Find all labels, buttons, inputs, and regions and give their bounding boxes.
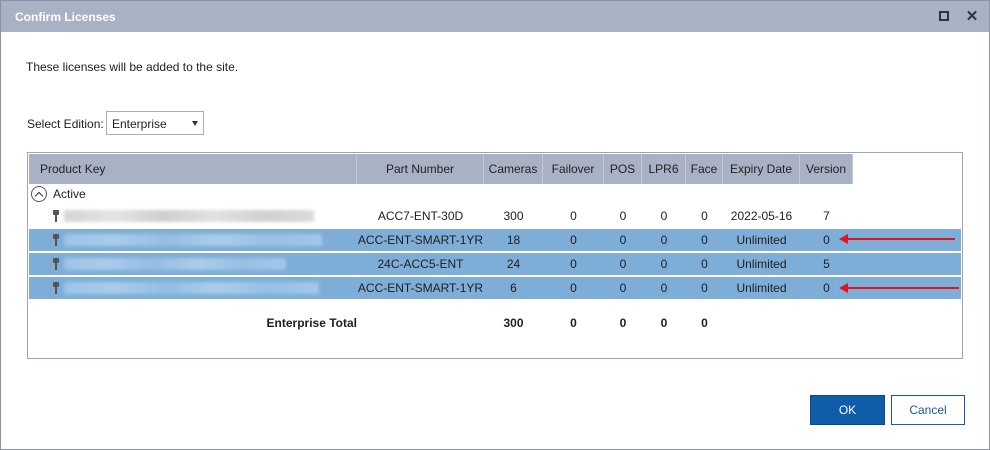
cell-failover: 0 (570, 257, 577, 271)
cell-pos: 0 (619, 209, 627, 223)
total-row: Enterprise Total 300 0 0 0 0 (29, 313, 961, 333)
cell-expiry: Unlimited (736, 257, 787, 271)
cell-face: 0 (701, 281, 708, 295)
cell-expiry: Unlimited (736, 281, 787, 295)
product-key-redacted (64, 258, 286, 270)
edition-label: Select Edition: (27, 117, 104, 131)
key-icon (53, 210, 59, 222)
cell-expiry: 2022-05-16 (730, 209, 793, 223)
column-header-lpr6[interactable]: LPR6 (642, 154, 686, 184)
table-row[interactable]: ACC-ENT-SMART-1YR 6 0 0 0 0 Unlimited 0 (29, 277, 961, 299)
cell-version: 5 (823, 257, 830, 271)
maximize-icon[interactable] (935, 7, 953, 25)
cell-cameras: 18 (506, 233, 521, 247)
cell-lpr6: 0 (660, 233, 668, 247)
edition-select[interactable]: Enterprise (106, 111, 204, 135)
close-icon[interactable]: ✕ (963, 7, 981, 25)
collapse-group-icon[interactable] (31, 186, 47, 202)
dialog-title: Confirm Licenses (15, 10, 116, 24)
cell-cameras: 300 (503, 209, 524, 223)
edition-selected-value: Enterprise (112, 117, 167, 131)
cell-failover: 0 (570, 209, 577, 223)
total-cameras: 300 (503, 316, 524, 330)
column-header-part-number[interactable]: Part Number (357, 154, 484, 184)
cell-pos: 0 (619, 281, 627, 295)
cell-lpr6: 0 (660, 209, 668, 223)
total-face: 0 (701, 316, 708, 330)
grid-header: Product Key Part Number Cameras Failover POS… (29, 154, 853, 184)
cell-version: 7 (823, 209, 830, 223)
table-row[interactable]: ACC7-ENT-30D 300 0 0 0 0 2022-05-16 7 (29, 205, 961, 227)
total-failover: 0 (570, 316, 577, 330)
column-header-product-key[interactable]: Product Key (29, 154, 357, 184)
cell-lpr6: 0 (660, 281, 668, 295)
total-lpr6: 0 (660, 316, 668, 330)
column-header-pos[interactable]: POS (604, 154, 642, 184)
key-icon (53, 282, 59, 294)
cell-cameras: 6 (510, 281, 517, 295)
cell-cameras: 24 (506, 257, 521, 271)
column-header-version[interactable]: Version (800, 154, 853, 184)
table-row[interactable]: ACC-ENT-SMART-1YR 18 0 0 0 0 Unlimited 0 (29, 229, 961, 251)
cell-expiry: Unlimited (736, 233, 787, 247)
cell-part: ACC7-ENT-30D (377, 209, 464, 223)
cell-pos: 0 (619, 257, 627, 271)
total-pos: 0 (619, 316, 627, 330)
cell-face: 0 (701, 209, 708, 223)
cell-face: 0 (701, 257, 708, 271)
column-header-face[interactable]: Face (686, 154, 723, 184)
chevron-down-icon (192, 121, 198, 126)
cell-failover: 0 (570, 233, 577, 247)
cell-part: ACC-ENT-SMART-1YR (357, 281, 484, 295)
cell-part: 24C-ACC5-ENT (377, 257, 464, 271)
product-key-redacted (64, 234, 322, 246)
cancel-button[interactable]: Cancel (891, 395, 965, 425)
table-row[interactable]: 24C-ACC5-ENT 24 0 0 0 0 Unlimited 5 (29, 253, 961, 275)
annotation-arrow (839, 234, 955, 244)
product-key-redacted (64, 282, 319, 294)
annotation-arrow (839, 283, 959, 293)
confirm-licenses-dialog: Confirm Licenses ✕ These licenses will b… (0, 0, 990, 450)
cell-face: 0 (701, 233, 708, 247)
group-label: Active (53, 187, 86, 201)
title-bar: Confirm Licenses ✕ (1, 1, 989, 32)
ok-button[interactable]: OK (810, 395, 885, 425)
cell-pos: 0 (619, 233, 627, 247)
column-header-expiry-date[interactable]: Expiry Date (723, 154, 800, 184)
column-header-cameras[interactable]: Cameras (484, 154, 543, 184)
total-label: Enterprise Total (266, 316, 357, 330)
key-icon (53, 258, 59, 270)
cell-failover: 0 (570, 281, 577, 295)
key-icon (53, 234, 59, 246)
cell-lpr6: 0 (660, 257, 668, 271)
description-text: These licenses will be added to the site… (26, 60, 239, 74)
cell-part: ACC-ENT-SMART-1YR (357, 233, 484, 247)
column-header-failover[interactable]: Failover (543, 154, 604, 184)
product-key-redacted (64, 210, 314, 222)
licenses-grid: Product Key Part Number Cameras Failover POS… (27, 152, 963, 359)
